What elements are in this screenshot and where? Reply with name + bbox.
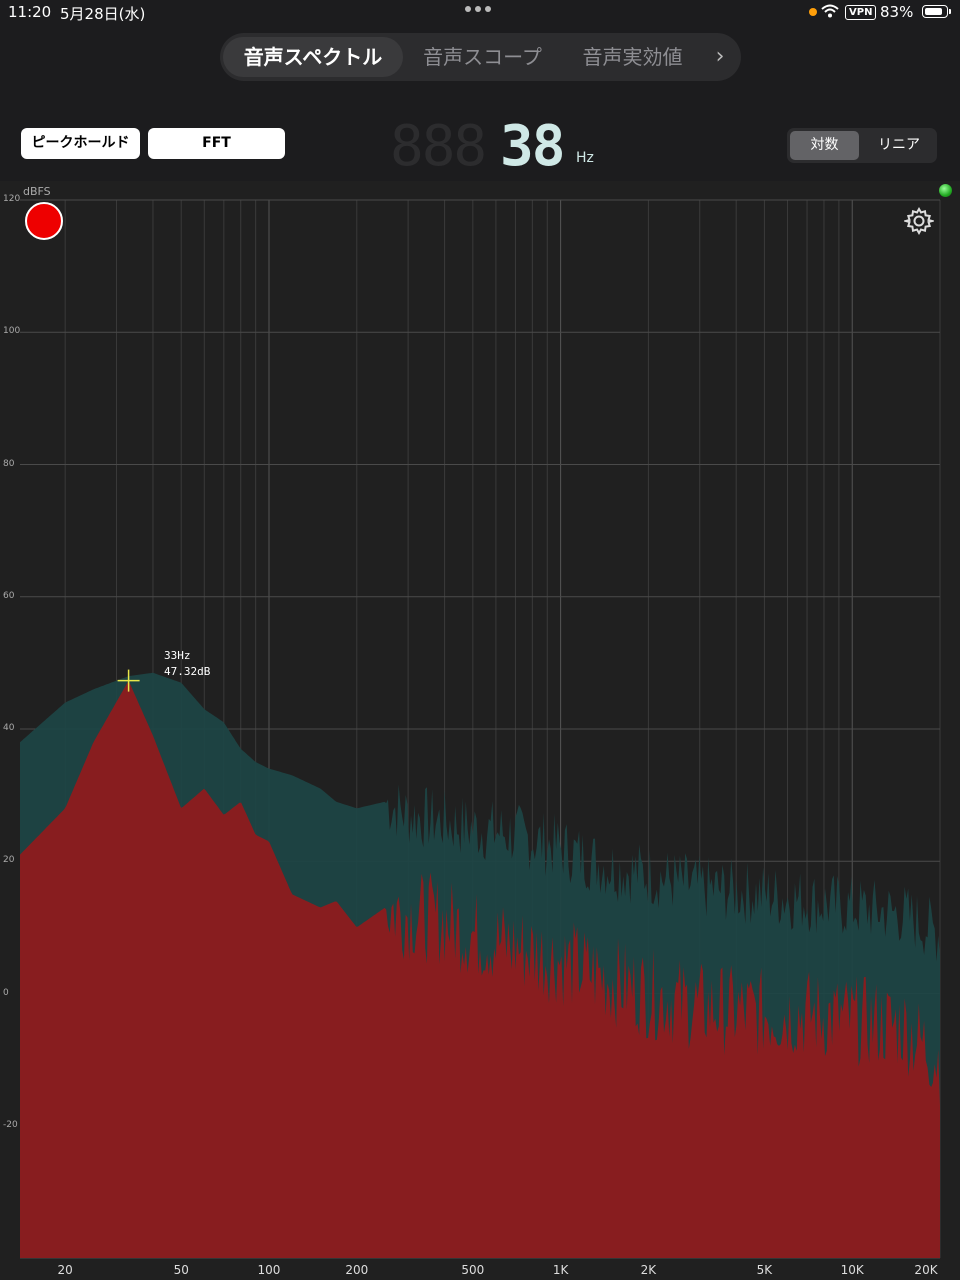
peak-readout: 33Hz 47.32dB xyxy=(164,648,210,680)
status-bar: 11:20 5月28日(水) VPN 83% xyxy=(0,0,960,26)
vpn-badge: VPN xyxy=(845,5,877,20)
gear-icon[interactable] xyxy=(904,206,934,236)
tab-audio-rms[interactable]: 音声実効値 xyxy=(565,37,700,77)
scale-linear-option[interactable]: リニア xyxy=(864,131,934,160)
status-time: 11:20 xyxy=(8,3,52,21)
x-tick-label: 2K xyxy=(640,1263,657,1277)
y-tick-label: 100 xyxy=(3,326,21,337)
frequency-display: 38 xyxy=(500,114,565,179)
y-tick-label: 40 xyxy=(3,723,15,733)
tab-audio-scope[interactable]: 音声スコープ xyxy=(410,37,555,77)
x-tick-label: 10K xyxy=(840,1263,864,1277)
tab-audio-spectrum[interactable]: 音声スペクトル xyxy=(223,37,403,77)
peak-frequency: 33Hz xyxy=(164,649,191,662)
mode-tab-bar: 音声スペクトル 音声スコープ 音声実効値 › xyxy=(220,33,741,81)
frequency-unit: Hz xyxy=(576,150,594,166)
y-tick-label: 60 xyxy=(3,590,15,601)
x-tick-label: 20K xyxy=(914,1263,938,1277)
battery-icon xyxy=(922,5,951,18)
y-tick-label: 0 xyxy=(3,987,9,998)
x-tick-label: 50 xyxy=(173,1263,189,1277)
peak-level: 47.32dB xyxy=(164,665,211,678)
chevron-right-icon[interactable]: › xyxy=(705,37,735,77)
x-tick-label: 5K xyxy=(756,1263,773,1277)
wifi-icon xyxy=(821,4,839,18)
peak-hold-button[interactable]: ピークホールド xyxy=(21,128,140,159)
y-tick-label: 80 xyxy=(3,458,15,469)
scale-segmented-control: 対数 リニア xyxy=(787,128,937,163)
multitasking-dots-icon[interactable] xyxy=(465,6,495,14)
record-button[interactable] xyxy=(25,202,63,240)
x-tick-label: 1K xyxy=(552,1263,569,1277)
frequency-display-ghost: 888 xyxy=(390,114,487,179)
status-led-icon xyxy=(939,184,952,197)
mic-in-use-indicator-icon xyxy=(809,8,817,16)
y-axis-unit: dBFS xyxy=(23,185,51,198)
y-tick-label: -20 xyxy=(3,1119,18,1130)
spectrum-plot[interactable] xyxy=(0,181,960,1280)
x-tick-label: 20 xyxy=(57,1263,73,1277)
status-date: 5月28日(水) xyxy=(60,5,146,23)
scale-log-option[interactable]: 対数 xyxy=(790,131,859,160)
x-tick-label: 200 xyxy=(345,1263,369,1277)
x-tick-label: 100 xyxy=(257,1263,281,1277)
y-tick-label: 20 xyxy=(3,855,15,866)
x-tick-label: 500 xyxy=(461,1263,485,1277)
spectrum-chart xyxy=(20,199,941,1259)
battery-percent: 83% xyxy=(880,3,914,21)
y-tick-label: 120 xyxy=(3,194,21,204)
fft-mode-button[interactable]: FFT xyxy=(148,128,285,159)
